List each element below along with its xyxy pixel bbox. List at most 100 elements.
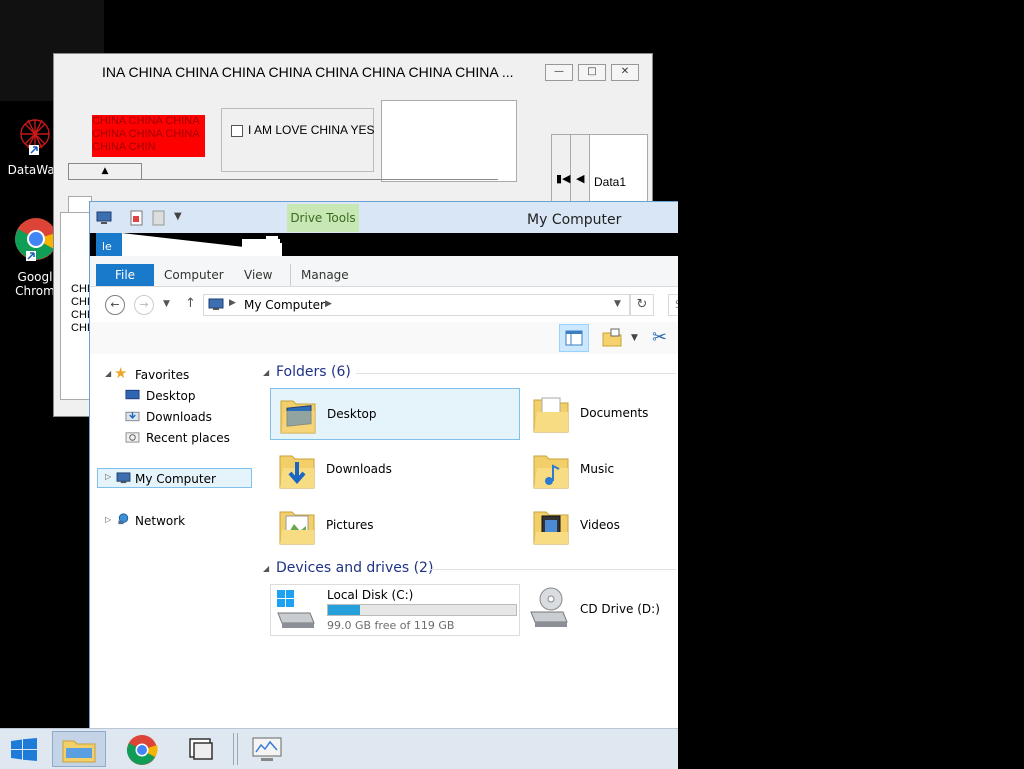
drive-tile-d[interactable]: CD Drive (D:) <box>524 584 679 636</box>
nav-favorites[interactable]: Favorites <box>135 368 189 382</box>
refresh-icon: ↻ <box>636 297 648 312</box>
desktop-icon <box>125 389 140 400</box>
computer-icon <box>116 472 131 484</box>
nav-my-computer[interactable]: My Computer <box>135 472 216 486</box>
collapse-arrow-icon[interactable]: ▷ <box>105 472 111 481</box>
taskbar-separator <box>233 733 238 765</box>
ribbon-tabs: File Computer View Manage <box>90 256 679 287</box>
glitch-text: le <box>102 240 112 253</box>
forward-button[interactable]: → <box>134 295 154 315</box>
folder-tile-videos[interactable]: Videos <box>524 500 679 552</box>
taskbar-monitor-app[interactable] <box>240 731 294 767</box>
up-arrow-icon[interactable]: ↑ <box>185 296 196 311</box>
recent-places-icon <box>125 432 140 443</box>
tab-computer[interactable]: Computer <box>154 264 234 286</box>
section-collapse-icon[interactable]: ◢ <box>263 368 269 377</box>
address-box[interactable]: ▶ My Computer ▶ ▼ <box>203 294 630 316</box>
section-divider <box>356 373 676 374</box>
drive-usage-bar <box>327 604 517 616</box>
properties-icon[interactable] <box>130 210 144 226</box>
dialog-title: INA CHINA CHINA CHINA CHINA CHINA CHINA … <box>102 64 514 80</box>
taskbar-chrome[interactable] <box>116 731 170 767</box>
preview-pane-button[interactable] <box>559 324 589 352</box>
scroll-up-button[interactable]: ▲ <box>68 163 142 180</box>
prev-icon: ◀ <box>576 172 585 185</box>
breadcrumb-separator-icon: ▶ <box>325 299 332 309</box>
minimize-button[interactable]: — <box>545 64 573 81</box>
nav-recent-places[interactable]: Recent places <box>146 431 230 445</box>
drive-name: Local Disk (C:) <box>327 588 414 602</box>
first-icon: ▮◀ <box>556 172 571 185</box>
tab-manage[interactable]: Manage <box>290 264 359 286</box>
nav-downloads[interactable]: Downloads <box>146 410 212 424</box>
taskbar-file-explorer[interactable] <box>52 731 106 767</box>
address-dropdown-icon[interactable]: ▼ <box>614 299 621 309</box>
scissors-icon[interactable]: ✂ <box>652 327 667 348</box>
chrome-icon <box>126 735 158 765</box>
folder-name: Videos <box>580 518 620 532</box>
refresh-button[interactable]: ↻ <box>630 294 654 316</box>
folder-tile-desktop[interactable]: Desktop <box>270 388 520 440</box>
cd-drive-icon <box>530 587 568 627</box>
datawag-icon <box>20 119 50 155</box>
arrow-up-icon: ▲ <box>101 166 109 176</box>
computer-icon <box>96 211 112 224</box>
recent-locations-icon[interactable]: ▼ <box>163 299 170 309</box>
preview-pane-icon <box>565 330 583 346</box>
start-button[interactable] <box>0 731 54 767</box>
folder-options-dropdown-icon[interactable]: ▼ <box>631 333 638 343</box>
close-button[interactable]: ✕ <box>611 64 639 81</box>
dialog-title-bar[interactable]: INA CHINA CHINA CHINA CHINA CHINA CHINA … <box>54 54 652 90</box>
folder-name: Pictures <box>326 518 374 532</box>
nav-network[interactable]: Network <box>135 514 185 528</box>
explorer-title-bar[interactable]: ▼ Drive Tools My Computer <box>90 202 679 233</box>
section-divider <box>430 569 676 570</box>
maximize-button[interactable]: □ <box>578 64 606 81</box>
folders-header[interactable]: Folders (6) <box>276 364 351 380</box>
explorer-title: My Computer <box>527 212 622 228</box>
folder-options-icon[interactable] <box>602 328 622 348</box>
star-icon: ★ <box>114 364 128 382</box>
collapse-arrow-icon[interactable]: ▷ <box>105 515 111 524</box>
folder-tile-downloads[interactable]: Downloads <box>270 444 520 496</box>
drive-tools-tab[interactable]: Drive Tools <box>287 204 359 232</box>
taskbar-folder-app[interactable] <box>174 731 228 767</box>
breadcrumb[interactable]: My Computer <box>244 298 325 312</box>
quick-access-dropdown-icon[interactable]: ▼ <box>174 211 182 222</box>
red-label: CHINA CHINA CHINA CHINA CHINA CHINA CHIN… <box>92 115 205 157</box>
folder-app-icon <box>189 738 213 760</box>
folder-tile-music[interactable]: Music <box>524 444 679 496</box>
folder-name: Music <box>580 462 615 476</box>
back-button[interactable]: ← <box>105 295 125 315</box>
network-icon <box>118 513 129 525</box>
downloads-icon <box>125 411 140 422</box>
monitor-app-icon <box>252 737 282 761</box>
section-collapse-icon[interactable]: ◢ <box>263 564 269 573</box>
view-toolbar: ▼ ✂ <box>90 322 679 355</box>
folder-desktop-icon <box>280 400 316 434</box>
folder-name: Desktop <box>327 407 377 421</box>
love-checkbox[interactable] <box>231 125 243 137</box>
explorer-window[interactable]: ▼ Drive Tools My Computer le File Comput… <box>89 201 680 730</box>
drive-tile-c[interactable]: Local Disk (C:) 99.0 GB free of 119 GB <box>270 584 520 636</box>
checkbox-group: I AM LOVE CHINA YES <box>221 108 375 172</box>
drive-usage-fill <box>328 605 360 615</box>
glitch-white-block <box>122 233 242 256</box>
address-bar-row: ← → ▼ ↑ ▶ My Computer ▶ ▼ ↻ S <box>90 290 679 322</box>
folder-name: Downloads <box>326 462 392 476</box>
text-box[interactable] <box>381 100 517 182</box>
drive-free-space: 99.0 GB free of 119 GB <box>327 619 455 632</box>
folder-tile-documents[interactable]: Documents <box>524 388 679 440</box>
tab-view[interactable]: View <box>234 264 282 286</box>
render-glitch-strip: le <box>90 233 679 256</box>
new-folder-icon[interactable] <box>152 210 166 226</box>
nav-desktop[interactable]: Desktop <box>146 389 196 403</box>
breadcrumb-separator-icon: ▶ <box>229 298 236 308</box>
glitch-white-block <box>266 236 278 242</box>
folder-videos-icon <box>533 511 569 545</box>
tab-file[interactable]: File <box>96 264 154 286</box>
expand-arrow-icon[interactable]: ◢ <box>105 369 111 378</box>
checkbox-label: I AM LOVE CHINA YES <box>248 123 375 137</box>
devices-header[interactable]: Devices and drives (2) <box>276 560 433 576</box>
folder-tile-pictures[interactable]: Pictures <box>270 500 520 552</box>
